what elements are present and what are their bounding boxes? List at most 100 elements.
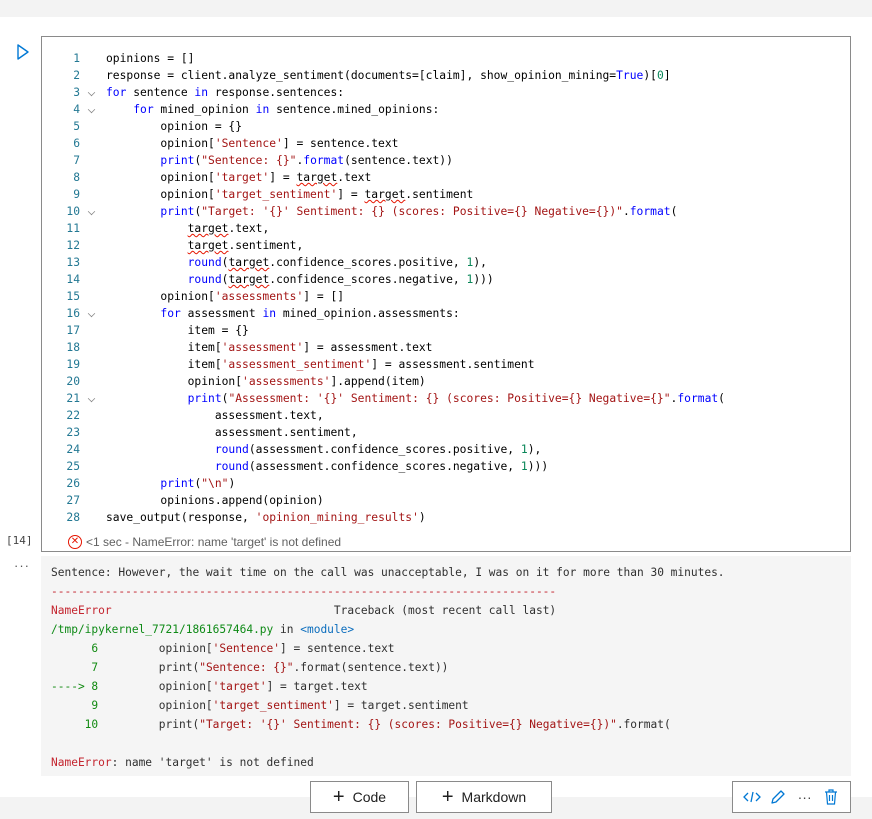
line-number: 26 bbox=[66, 477, 80, 490]
code-text: round(target.confidence_scores.positive,… bbox=[187, 256, 487, 269]
line-number: 22 bbox=[66, 409, 80, 422]
more-icon[interactable]: ··· bbox=[795, 787, 815, 807]
line-number: 16 bbox=[66, 307, 80, 320]
code-line[interactable]: 21 print("Assessment: '{}' Sentiment: {}… bbox=[42, 390, 850, 407]
code-brackets-icon[interactable] bbox=[742, 787, 762, 807]
code-line[interactable]: 9 opinion['target_sentiment'] = target.s… bbox=[42, 186, 850, 203]
line-number: 13 bbox=[66, 256, 80, 269]
code-line[interactable]: 26 print("\n") bbox=[42, 475, 850, 492]
line-number: 17 bbox=[66, 324, 80, 337]
code-text: save_output(response, 'opinion_mining_re… bbox=[106, 511, 426, 524]
fold-chevron-icon[interactable] bbox=[87, 88, 96, 97]
code-line[interactable]: 24 round(assessment.confidence_scores.po… bbox=[42, 441, 850, 458]
output-line: ----> 8 opinion['target'] = target.text bbox=[51, 680, 368, 693]
code-editor[interactable]: 1 opinions = [] 2 response = client.analyze… bbox=[41, 36, 851, 552]
code-line[interactable]: 23 assessment.sentiment, bbox=[42, 424, 850, 441]
code-line[interactable]: 7 print("Sentence: {}".format(sentence.t… bbox=[42, 152, 850, 169]
play-icon bbox=[17, 44, 29, 60]
fold-chevron-icon[interactable] bbox=[87, 105, 96, 114]
code-line[interactable]: 3 for sentence in response.sentences: bbox=[42, 84, 850, 101]
code-text: for assessment in mined_opinion.assessme… bbox=[160, 307, 460, 320]
code-line[interactable]: 22 assessment.text, bbox=[42, 407, 850, 424]
edit-pencil-icon[interactable] bbox=[768, 787, 788, 807]
code-text: opinion['Sentence'] = sentence.text bbox=[106, 137, 399, 150]
code-text: target.sentiment, bbox=[187, 239, 304, 252]
output-line: 9 opinion['target_sentiment'] = target.s… bbox=[51, 699, 469, 712]
code-text: print("Assessment: '{}' Sentiment: {} (s… bbox=[187, 392, 725, 405]
line-number: 27 bbox=[66, 494, 80, 507]
output-line: NameError Traceback (most recent call la… bbox=[51, 604, 557, 617]
line-number: 18 bbox=[66, 341, 80, 354]
line-number: 9 bbox=[73, 188, 80, 201]
line-number: 1 bbox=[73, 52, 80, 65]
cell-toolbar: ··· bbox=[732, 781, 851, 813]
code-text: item['assessment'] = assessment.text bbox=[106, 341, 433, 354]
line-number: 24 bbox=[66, 443, 80, 456]
code-line[interactable]: 5 opinion = {} bbox=[42, 118, 850, 135]
code-line[interactable]: 11 target.text, bbox=[42, 220, 850, 237]
code-text: opinion['target'] = target.text bbox=[106, 171, 372, 184]
output-line: ----------------------------------------… bbox=[51, 585, 557, 598]
plus-icon: + bbox=[332, 786, 345, 808]
code-text: round(assessment.confidence_scores.posit… bbox=[214, 443, 542, 456]
code-line[interactable]: 16 for assessment in mined_opinion.asses… bbox=[42, 305, 850, 322]
code-text: opinion['assessments'] = [] bbox=[106, 290, 345, 303]
add-markdown-cell-button[interactable]: + Markdown bbox=[416, 781, 552, 813]
code-text: opinion['target_sentiment'] = target.sen… bbox=[106, 188, 474, 201]
trash-icon[interactable] bbox=[821, 787, 841, 807]
cell-output: Sentence: However, the wait time on the … bbox=[41, 556, 851, 776]
code-text: print("\n") bbox=[160, 477, 236, 490]
code-text: for mined_opinion in sentence.mined_opin… bbox=[133, 103, 440, 116]
output-line: 7 print("Sentence: {}".format(sentence.t… bbox=[51, 661, 449, 674]
line-number: 11 bbox=[66, 222, 80, 235]
code-text: response = client.analyze_sentiment(docu… bbox=[106, 69, 671, 82]
code-line[interactable]: 1 opinions = [] bbox=[42, 50, 850, 67]
code-line[interactable]: 27 opinions.append(opinion) bbox=[42, 492, 850, 509]
code-line[interactable]: 18 item['assessment'] = assessment.text bbox=[42, 339, 850, 356]
code-text: opinions.append(opinion) bbox=[106, 494, 324, 507]
fold-chevron-icon[interactable] bbox=[87, 207, 96, 216]
output-line: NameError: name 'target' is not defined bbox=[51, 756, 314, 769]
code-line[interactable]: 15 opinion['assessments'] = [] bbox=[42, 288, 850, 305]
output-more-icon[interactable]: ··· bbox=[14, 558, 30, 573]
output-line: /tmp/ipykernel_7721/1861657464.py in <mo… bbox=[51, 623, 355, 636]
code-line[interactable]: 12 target.sentiment, bbox=[42, 237, 850, 254]
code-line[interactable]: 8 opinion['target'] = target.text bbox=[42, 169, 850, 186]
status-text: <1 sec - NameError: name 'target' is not… bbox=[86, 535, 342, 549]
fold-chevron-icon[interactable] bbox=[87, 394, 96, 403]
output-line: 6 opinion['Sentence'] = sentence.text bbox=[51, 642, 395, 655]
code-line[interactable]: 10 print("Target: '{}' Sentiment: {} (sc… bbox=[42, 203, 850, 220]
code-line[interactable]: 28 save_output(response, 'opinion_mining_… bbox=[42, 509, 850, 526]
line-number: 7 bbox=[73, 154, 80, 167]
code-text: print("Sentence: {}".format(sentence.tex… bbox=[160, 154, 453, 167]
code-text: for sentence in response.sentences: bbox=[106, 86, 345, 99]
line-number: 3 bbox=[73, 86, 80, 99]
add-code-cell-button[interactable]: + Code bbox=[310, 781, 409, 813]
fold-chevron-icon[interactable] bbox=[87, 309, 96, 318]
code-text: assessment.sentiment, bbox=[106, 426, 358, 439]
code-line[interactable]: 6 opinion['Sentence'] = sentence.text bbox=[42, 135, 850, 152]
code-line[interactable]: 25 round(assessment.confidence_scores.ne… bbox=[42, 458, 850, 475]
code-line[interactable]: 17 item = {} bbox=[42, 322, 850, 339]
line-number: 8 bbox=[73, 171, 80, 184]
code-line[interactable]: 2 response = client.analyze_sentiment(doc… bbox=[42, 67, 850, 84]
line-number: 6 bbox=[73, 137, 80, 150]
line-number: 25 bbox=[66, 460, 80, 473]
code-line[interactable]: 14 round(target.confidence_scores.negati… bbox=[42, 271, 850, 288]
line-number: 28 bbox=[66, 511, 80, 524]
code-text: round(target.confidence_scores.negative,… bbox=[187, 273, 494, 286]
output-line: Sentence: However, the wait time on the … bbox=[51, 566, 725, 579]
plus-icon: + bbox=[441, 786, 454, 808]
code-line[interactable]: 19 item['assessment_sentiment'] = assess… bbox=[42, 356, 850, 373]
output-line: 10 print("Target: '{}' Sentiment: {} (sc… bbox=[51, 718, 671, 731]
code-text: opinion['assessments'].append(item) bbox=[106, 375, 426, 388]
line-number: 10 bbox=[66, 205, 80, 218]
line-number: 2 bbox=[73, 69, 80, 82]
run-cell-button[interactable] bbox=[14, 43, 32, 61]
code-line[interactable]: 4 for mined_opinion in sentence.mined_op… bbox=[42, 101, 850, 118]
code-text: target.text, bbox=[187, 222, 270, 235]
line-number: 4 bbox=[73, 103, 80, 116]
code-line[interactable]: 13 round(target.confidence_scores.positi… bbox=[42, 254, 850, 271]
code-line[interactable]: 20 opinion['assessments'].append(item) bbox=[42, 373, 850, 390]
line-number: 21 bbox=[66, 392, 80, 405]
